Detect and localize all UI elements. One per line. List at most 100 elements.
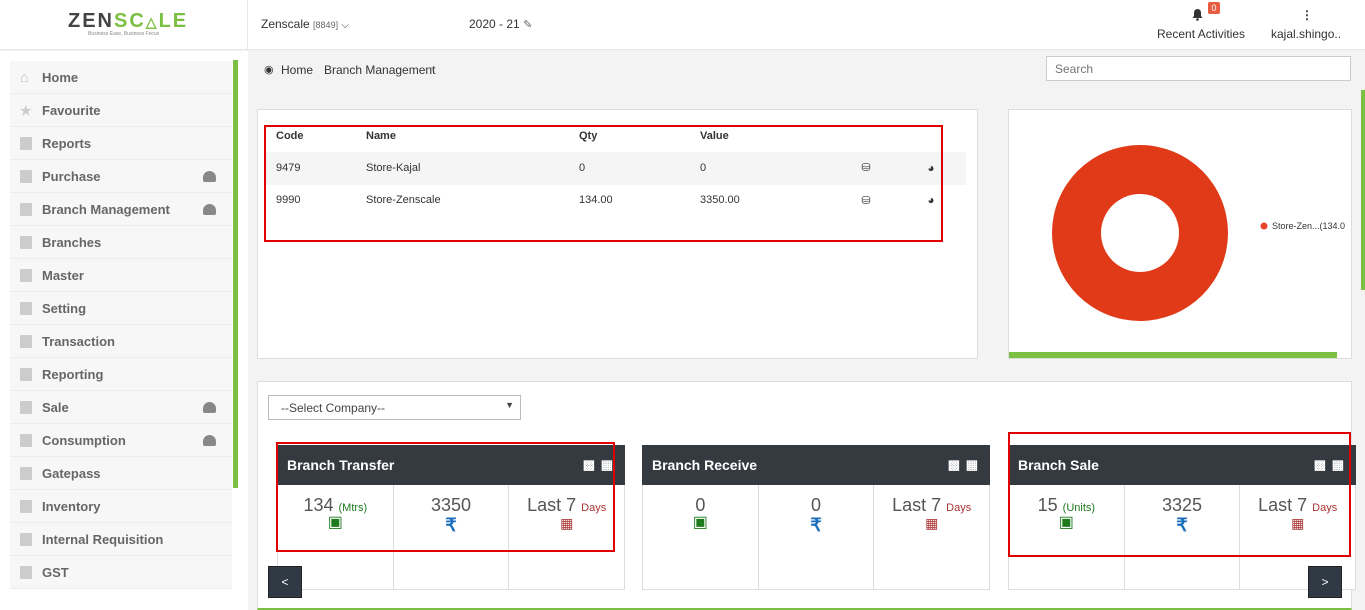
sidebar-item-label: Inventory <box>42 498 101 514</box>
highlight-box <box>264 125 943 242</box>
financial-year[interactable]: 2020 - 21 ✎ <box>469 17 532 31</box>
qty-cell: 0 ▣ <box>643 485 759 589</box>
legend-marker <box>1260 222 1268 230</box>
chart-scrollbar[interactable] <box>1009 352 1337 358</box>
sidebar-menu: ⌂ Home ★ Favourite Reports Purchase Branch Man… <box>10 61 232 589</box>
breadcrumb-current: Branch Management <box>324 63 436 77</box>
file-icon <box>20 136 32 150</box>
chevron-down-icon: ⌵ <box>341 20 350 31</box>
sidebar-item-gatepass[interactable]: Gatepass <box>10 457 232 490</box>
recent-activities-link[interactable]: Recent Activities <box>1157 27 1245 41</box>
notification-badge: 0 <box>1208 2 1220 14</box>
prev-button[interactable]: < <box>268 566 302 598</box>
bar-chart-icon[interactable]: ▩ <box>948 457 960 473</box>
select-company-dropdown[interactable]: --Select Company-- ▼ <box>268 395 521 420</box>
file-icon <box>20 499 32 513</box>
search-input[interactable] <box>1046 56 1351 81</box>
sidebar-item-branch-management[interactable]: Branch Management <box>10 193 232 226</box>
amount-cell: 0 ₹ <box>759 485 875 589</box>
breadcrumb-home[interactable]: Home <box>281 63 313 77</box>
calendar-icon: ▦ <box>925 515 939 531</box>
file-icon <box>20 367 32 381</box>
sidebar-item-reports[interactable]: Reports <box>10 127 232 160</box>
rupee-icon: ₹ <box>810 515 822 535</box>
file-icon <box>20 268 32 282</box>
file-icon <box>20 433 32 447</box>
period-unit: Days <box>946 502 972 514</box>
sidebar-item-branches[interactable]: Branches <box>10 226 232 259</box>
sidebar: ⌂ Home ★ Favourite Reports Purchase Branch Man… <box>0 51 248 610</box>
sidebar-item-purchase[interactable]: Purchase <box>10 160 232 193</box>
file-icon <box>20 235 32 249</box>
sidebar-item-label: Master <box>42 267 84 283</box>
calendar-icon[interactable]: ▦ <box>966 457 978 473</box>
sidebar-item-sale[interactable]: Sale <box>10 391 232 424</box>
card-branch-receive: Branch Receive ▩ ▦ 0 ▣ 0 ₹ Last 7 Days ▦ <box>642 445 990 590</box>
sidebar-item-home[interactable]: ⌂ Home <box>10 61 232 94</box>
company-id: [8849] <box>313 20 339 30</box>
kebab-menu-icon[interactable]: ⋮ <box>1301 8 1313 22</box>
star-icon: ★ <box>20 102 32 118</box>
sidebar-item-label: GST <box>42 564 69 580</box>
sidebar-item-label: Branches <box>42 234 102 250</box>
sidebar-item-setting[interactable]: Setting <box>10 292 232 325</box>
sidebar-item-label: Sale <box>42 399 69 415</box>
sidebar-item-favourite[interactable]: ★ Favourite <box>10 94 232 127</box>
cubes-icon: ▣ <box>692 514 708 531</box>
logo[interactable]: ZENSC△LE <box>68 10 188 33</box>
file-icon <box>20 334 32 348</box>
user-menu[interactable]: kajal.shingo.. <box>1271 27 1341 41</box>
sidebar-item-consumption[interactable]: Consumption <box>10 424 232 457</box>
sidebar-item-label: Favourite <box>42 102 101 118</box>
sidebar-item-internal-requisition[interactable]: Internal Requisition <box>10 523 232 556</box>
select-company-value: --Select Company-- <box>281 401 386 415</box>
sidebar-item-inventory[interactable]: Inventory <box>10 490 232 523</box>
sidebar-item-label: Transaction <box>42 333 115 349</box>
chevron-right-icon: › <box>430 62 434 76</box>
sidebar-item-label: Setting <box>42 300 87 316</box>
card-header: Branch Receive ▩ ▦ <box>642 445 990 485</box>
edit-icon: ✎ <box>523 19 533 31</box>
file-icon <box>20 202 32 216</box>
donut-hole <box>1101 194 1179 272</box>
sidebar-item-label: Reports <box>42 135 92 151</box>
donut-chart: Store-Zen...(134.0 <box>1052 145 1345 321</box>
sidebar-item-transaction[interactable]: Transaction <box>10 325 232 358</box>
file-icon <box>20 565 32 579</box>
file-icon <box>20 532 32 546</box>
file-icon <box>20 400 32 414</box>
period-cell: Last 7 Days ▦ <box>874 485 989 589</box>
sidebar-scrollbar[interactable] <box>233 60 238 488</box>
dashboard-icon: ◉ <box>264 64 274 76</box>
sidebar-item-reporting[interactable]: Reporting <box>10 358 232 391</box>
file-icon <box>20 466 32 480</box>
company-selector[interactable]: Zenscale [8849] ⌵ <box>261 17 349 31</box>
dashboard-icon[interactable] <box>203 402 216 413</box>
page-scrollbar[interactable] <box>1361 90 1365 290</box>
sidebar-item-label: Home <box>42 69 79 85</box>
sidebar-item-label: Gatepass <box>42 465 101 481</box>
chart-panel: Store-Zen...(134.0 <box>1008 109 1352 359</box>
legend-label: Store-Zen...(134.0 <box>1272 221 1345 231</box>
home-icon: ⌂ <box>20 68 29 85</box>
sidebar-item-label: Reporting <box>42 366 104 382</box>
sidebar-item-label: Branch Management <box>42 201 170 217</box>
amount-value: 0 <box>811 495 822 515</box>
dashboard-icon[interactable] <box>203 435 216 446</box>
company-name: Zenscale <box>261 17 310 31</box>
sidebar-item-master[interactable]: Master <box>10 259 232 292</box>
dashboard-icon[interactable] <box>203 171 216 182</box>
highlight-box <box>276 442 615 552</box>
sidebar-item-label: Consumption <box>42 432 126 448</box>
file-icon <box>20 169 32 183</box>
bell-icon[interactable] <box>1192 8 1203 26</box>
sidebar-item-label: Internal Requisition <box>42 531 164 547</box>
qty-value: 0 <box>695 495 706 515</box>
year-label: 2020 - 21 <box>469 17 520 31</box>
file-icon <box>20 301 32 315</box>
dropdown-arrow-icon: ▼ <box>505 400 514 410</box>
dashboard-icon[interactable] <box>203 204 216 215</box>
sidebar-item-gst[interactable]: GST <box>10 556 232 589</box>
next-button[interactable]: > <box>1308 566 1342 598</box>
period-value: Last 7 <box>892 495 942 515</box>
